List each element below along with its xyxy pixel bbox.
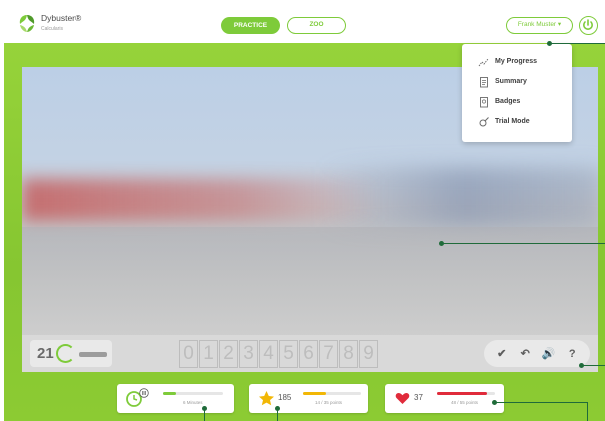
power-icon xyxy=(583,19,593,30)
brand-subtitle: Calcularis xyxy=(41,26,63,32)
digit-key[interactable]: 6 xyxy=(299,340,318,368)
callout-line-tools xyxy=(582,365,605,366)
task-counter-value: 21 xyxy=(37,345,54,362)
hearts-label: 48 / 55 points xyxy=(451,400,479,405)
menu-item-label: My Progress xyxy=(495,58,538,65)
digit-key[interactable]: 0 xyxy=(179,340,198,368)
stars-progress-track xyxy=(303,392,361,395)
callout-line-menu xyxy=(550,43,605,44)
app-root: Dybuster® Calcularis PRACTICE ZOO Frank … xyxy=(0,0,605,421)
time-card[interactable]: 6 Minutes xyxy=(117,384,234,413)
answer-toolbar: 21 0 1 2 3 4 5 6 7 8 9 ✔ ↶ 🔊 ? xyxy=(22,335,598,372)
stars-value: 185 xyxy=(278,393,292,402)
callout-dot-scene xyxy=(439,241,444,246)
hearts-progress-track xyxy=(437,392,495,395)
menu-item-trial-mode[interactable]: Trial Mode xyxy=(462,112,572,132)
header: Dybuster® Calcularis PRACTICE ZOO Frank … xyxy=(0,6,605,43)
callout-dot-menu xyxy=(547,41,552,46)
callout-dot-stars xyxy=(275,406,280,411)
menu-item-label: Badges xyxy=(495,98,521,105)
menu-item-label: Trial Mode xyxy=(495,118,530,125)
callout-line-hearts xyxy=(495,402,587,403)
badge-clipboard-icon xyxy=(480,97,488,108)
time-progress-track xyxy=(163,392,223,395)
time-progress-fill xyxy=(163,392,177,395)
digit-key[interactable]: 1 xyxy=(199,340,218,368)
digit-keypad: 0 1 2 3 4 5 6 7 8 9 xyxy=(179,340,378,368)
heart-icon xyxy=(395,393,410,404)
digit-key[interactable]: 5 xyxy=(279,340,298,368)
digit-key[interactable]: 3 xyxy=(239,340,258,368)
callout-dot-tools xyxy=(579,363,584,368)
wrench-gear-icon xyxy=(479,117,489,127)
scene-blur-red xyxy=(22,179,382,221)
stars-label: 14 / 35 points xyxy=(315,400,343,405)
check-icon[interactable]: ✔ xyxy=(492,344,512,364)
menu-item-summary[interactable]: Summary xyxy=(462,72,572,92)
tab-zoo[interactable]: ZOO xyxy=(287,17,346,34)
menu-item-my-progress[interactable]: My Progress xyxy=(462,52,572,72)
help-icon[interactable]: ? xyxy=(562,344,582,364)
undo-icon[interactable]: ↶ xyxy=(515,344,535,364)
action-tools: ✔ ↶ 🔊 ? xyxy=(484,340,590,367)
user-dropdown-menu: My Progress Summary Badges Trial Mode xyxy=(462,44,572,142)
stars-card[interactable]: 185 14 / 35 points xyxy=(249,384,368,413)
digit-key[interactable]: 4 xyxy=(259,340,278,368)
time-label: 6 Minutes xyxy=(183,400,203,405)
star-icon xyxy=(259,391,274,406)
pause-icon[interactable] xyxy=(139,388,149,398)
callout-line-hearts-down xyxy=(587,402,588,421)
hearts-value: 37 xyxy=(414,393,423,402)
dybuster-logo-icon[interactable] xyxy=(16,12,38,34)
menu-item-label: Summary xyxy=(495,78,527,85)
chart-line-icon xyxy=(478,58,489,67)
hearts-card[interactable]: 37 48 / 55 points xyxy=(385,384,504,413)
speaker-icon[interactable]: 🔊 xyxy=(539,344,559,364)
stars-progress-fill xyxy=(303,392,327,395)
menu-item-badges[interactable]: Badges xyxy=(462,92,572,112)
power-button[interactable] xyxy=(579,16,598,35)
hearts-progress-fill xyxy=(437,392,488,395)
callout-dot-time xyxy=(202,406,207,411)
user-menu-button[interactable]: Frank Muster ▾ xyxy=(506,17,573,34)
digit-key[interactable]: 7 xyxy=(319,340,338,368)
brand-name: Dybuster® xyxy=(41,13,82,23)
clipboard-icon xyxy=(480,77,488,88)
callout-dot-hearts xyxy=(492,400,497,405)
loading-ring-icon xyxy=(56,344,75,363)
callout-line-scene xyxy=(442,243,605,244)
digit-key[interactable]: 8 xyxy=(339,340,358,368)
counter-progress-bar xyxy=(79,352,107,357)
digit-key[interactable]: 2 xyxy=(219,340,238,368)
task-counter: 21 xyxy=(30,340,112,367)
digit-key[interactable]: 9 xyxy=(359,340,378,368)
tab-practice[interactable]: PRACTICE xyxy=(221,17,280,34)
